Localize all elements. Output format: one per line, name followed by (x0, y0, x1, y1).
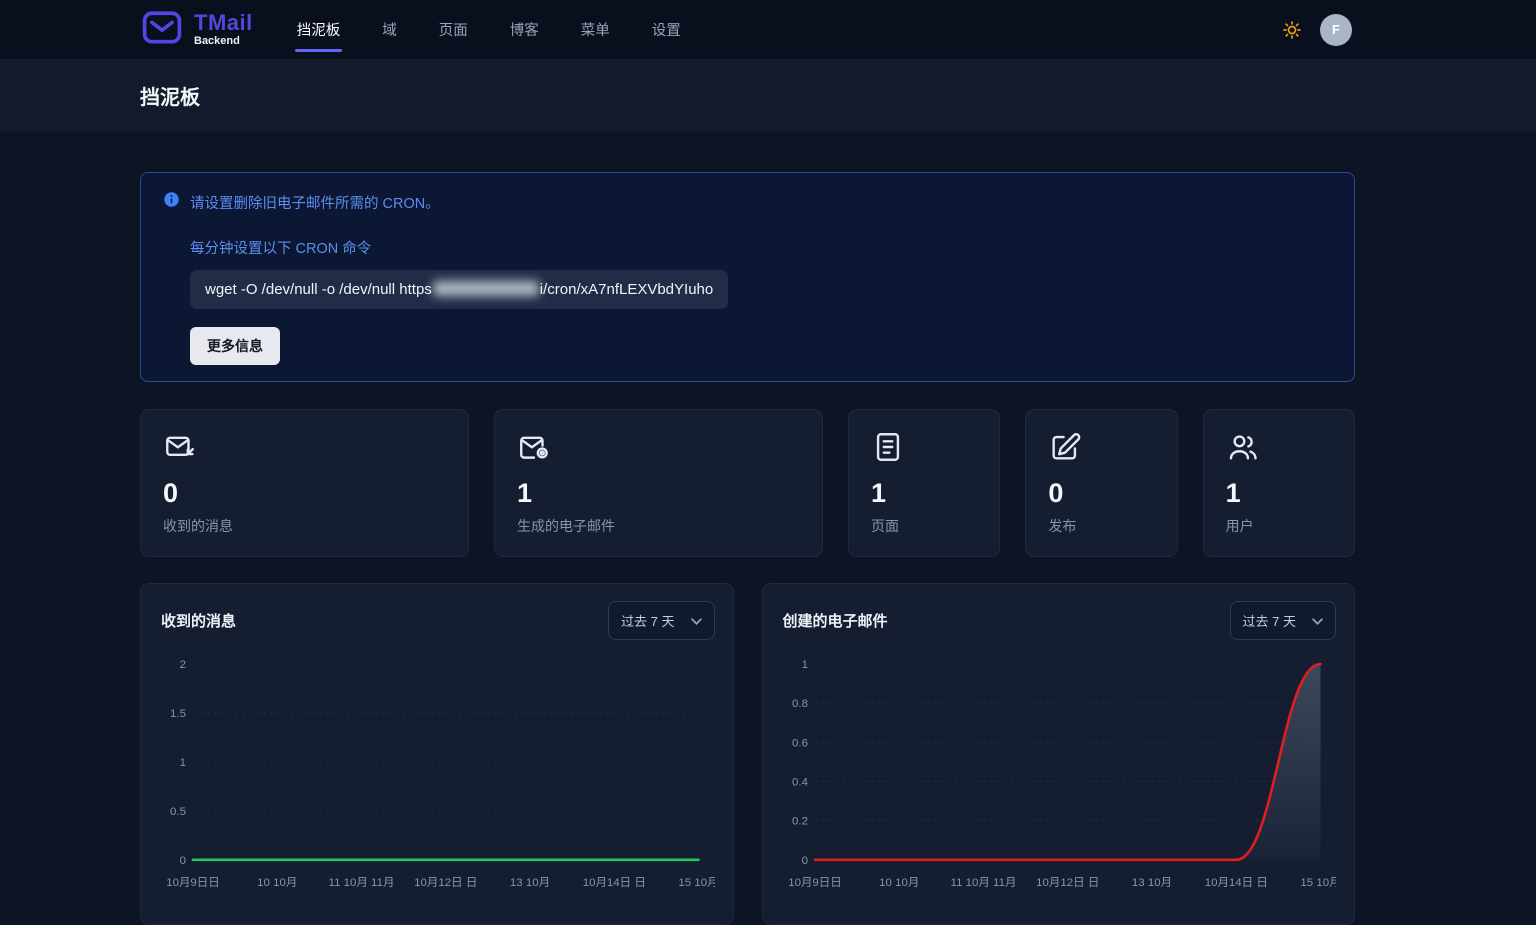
stat-value: 0 (163, 478, 179, 508)
chevron-down-icon (1312, 613, 1323, 628)
stat-card-received-messages: 0 收到的消息 (140, 409, 470, 557)
charts-row: 收到的消息 过去 7 天 0 0.5 1 1.5 2 10月9日日 10 10月 11 10月… (140, 583, 1355, 925)
page-title: 挡泥板 (140, 87, 200, 109)
top-navbar: TMail Backend 挡泥板 域 页面 博客 菜单 设置 F (0, 0, 1536, 59)
envelope-logo-icon (140, 5, 184, 54)
stat-label: 发布 (1048, 518, 1077, 534)
stat-card-posts: 0 发布 (1025, 409, 1178, 557)
sun-icon[interactable] (1282, 20, 1302, 40)
nav-links: 挡泥板 域 页面 博客 菜单 设置 (294, 0, 683, 59)
range-select-value: 过去 7 天 (621, 614, 675, 629)
svg-text:10月9日日: 10月9日日 (788, 877, 842, 889)
svg-text:1.5: 1.5 (170, 708, 186, 720)
more-info-button[interactable]: 更多信息 (190, 327, 280, 365)
svg-text:1: 1 (801, 659, 807, 671)
stat-label: 页面 (871, 518, 900, 534)
nav-item-settings[interactable]: 设置 (650, 0, 683, 59)
cron-alert: 请设置删除旧电子邮件所需的 CRON。 每分钟设置以下 CRON 命令 wget… (140, 172, 1355, 382)
svg-text:10月9日日: 10月9日日 (166, 877, 220, 889)
stat-value: 0 (1048, 478, 1064, 508)
svg-text:13 10月: 13 10月 (510, 877, 550, 889)
stat-card-users: 1 用户 (1202, 409, 1355, 557)
range-select-value: 过去 7 天 (1242, 614, 1296, 629)
svg-text:1: 1 (180, 757, 186, 769)
page-header: 挡泥板 (0, 59, 1536, 132)
svg-text:15 10月: 15 10月 (1300, 877, 1336, 889)
svg-text:10月12日 日: 10月12日 日 (414, 877, 477, 889)
edit-icon (1048, 430, 1082, 464)
chart-title: 收到的消息 (161, 613, 237, 630)
alert-message: 请设置删除旧电子邮件所需的 CRON。 (190, 195, 440, 212)
svg-text:0: 0 (801, 855, 807, 867)
svg-text:10 10月: 10 10月 (257, 877, 297, 889)
document-icon (871, 430, 905, 464)
nav-item-blog[interactable]: 博客 (508, 0, 541, 59)
svg-text:10月14日 日: 10月14日 日 (583, 877, 646, 889)
stat-value: 1 (1225, 478, 1241, 508)
nav-item-domains[interactable]: 域 (380, 0, 399, 59)
svg-text:13 10月: 13 10月 (1131, 877, 1171, 889)
chart-panel-created-emails: 创建的电子邮件 过去 7 天 0 0.2 0.4 0.6 0.8 1 10月9日日 10 10… (761, 583, 1355, 925)
svg-text:0.8: 0.8 (792, 698, 808, 710)
nav-item-pages[interactable]: 页面 (437, 0, 470, 59)
svg-text:2: 2 (180, 659, 186, 671)
svg-text:0.2: 0.2 (792, 816, 808, 828)
stat-card-pages: 1 页面 (848, 409, 1001, 557)
info-icon (163, 191, 180, 213)
svg-text:0.4: 0.4 (792, 776, 809, 788)
stat-label: 收到的消息 (163, 518, 233, 534)
svg-text:11 10月 11月: 11 10月 11月 (329, 877, 395, 889)
cron-command-code[interactable]: wget -O /dev/null -o /dev/null https i/cr… (190, 270, 729, 309)
nav-item-menu[interactable]: 菜单 (579, 0, 612, 59)
app-logo[interactable]: TMail Backend (140, 5, 253, 54)
range-select[interactable]: 过去 7 天 (1229, 601, 1336, 640)
received-messages-line-chart: 0 0.5 1 1.5 2 10月9日日 10 10月 11 10月 11月 10月12日 日 1… (166, 659, 714, 889)
cron-command-suffix: i/cron/xA7nfLEXVbdYIuho (539, 281, 714, 298)
stat-cards-row: 0 收到的消息 1 生成的电子邮件 1 页面 0 发布 1 用户 (140, 409, 1355, 557)
mail-received-icon (163, 430, 197, 464)
chart-title: 创建的电子邮件 (782, 613, 888, 630)
stat-label: 用户 (1225, 518, 1254, 534)
mail-at-icon (517, 430, 551, 464)
svg-text:15 10月: 15 10月 (678, 877, 714, 889)
chart-panel-received-messages: 收到的消息 过去 7 天 0 0.5 1 1.5 2 10月9日日 10 10月 11 10月… (140, 583, 734, 925)
nav-item-dashboard[interactable]: 挡泥板 (294, 0, 343, 59)
chevron-down-icon (690, 613, 702, 628)
stat-value: 1 (871, 478, 887, 508)
users-icon (1226, 430, 1260, 464)
redacted-url-blur (432, 281, 539, 296)
logo-subtitle: Backend (194, 35, 240, 47)
cron-command-prefix: wget -O /dev/null -o /dev/null https (205, 281, 432, 298)
svg-text:10月12日 日: 10月12日 日 (1036, 877, 1099, 889)
svg-text:10月14日 日: 10月14日 日 (1204, 877, 1267, 889)
svg-text:10 10月: 10 10月 (879, 877, 919, 889)
svg-text:0.5: 0.5 (170, 806, 186, 818)
logo-title: TMail (194, 10, 253, 35)
cron-instruction: 每分钟设置以下 CRON 命令 (190, 241, 372, 257)
svg-text:0.6: 0.6 (792, 737, 808, 749)
range-select[interactable]: 过去 7 天 (608, 601, 715, 640)
svg-text:0: 0 (180, 855, 186, 867)
created-emails-line-chart: 0 0.2 0.4 0.6 0.8 1 10月9日日 10 10月 11 10月 11月 10月1… (788, 659, 1336, 889)
svg-text:11 10月 11月: 11 10月 11月 (950, 877, 1016, 889)
stat-label: 生成的电子邮件 (517, 518, 616, 534)
stat-card-generated-emails: 1 生成的电子邮件 (494, 409, 824, 557)
stat-value: 1 (517, 478, 533, 508)
user-avatar[interactable]: F (1320, 13, 1352, 46)
